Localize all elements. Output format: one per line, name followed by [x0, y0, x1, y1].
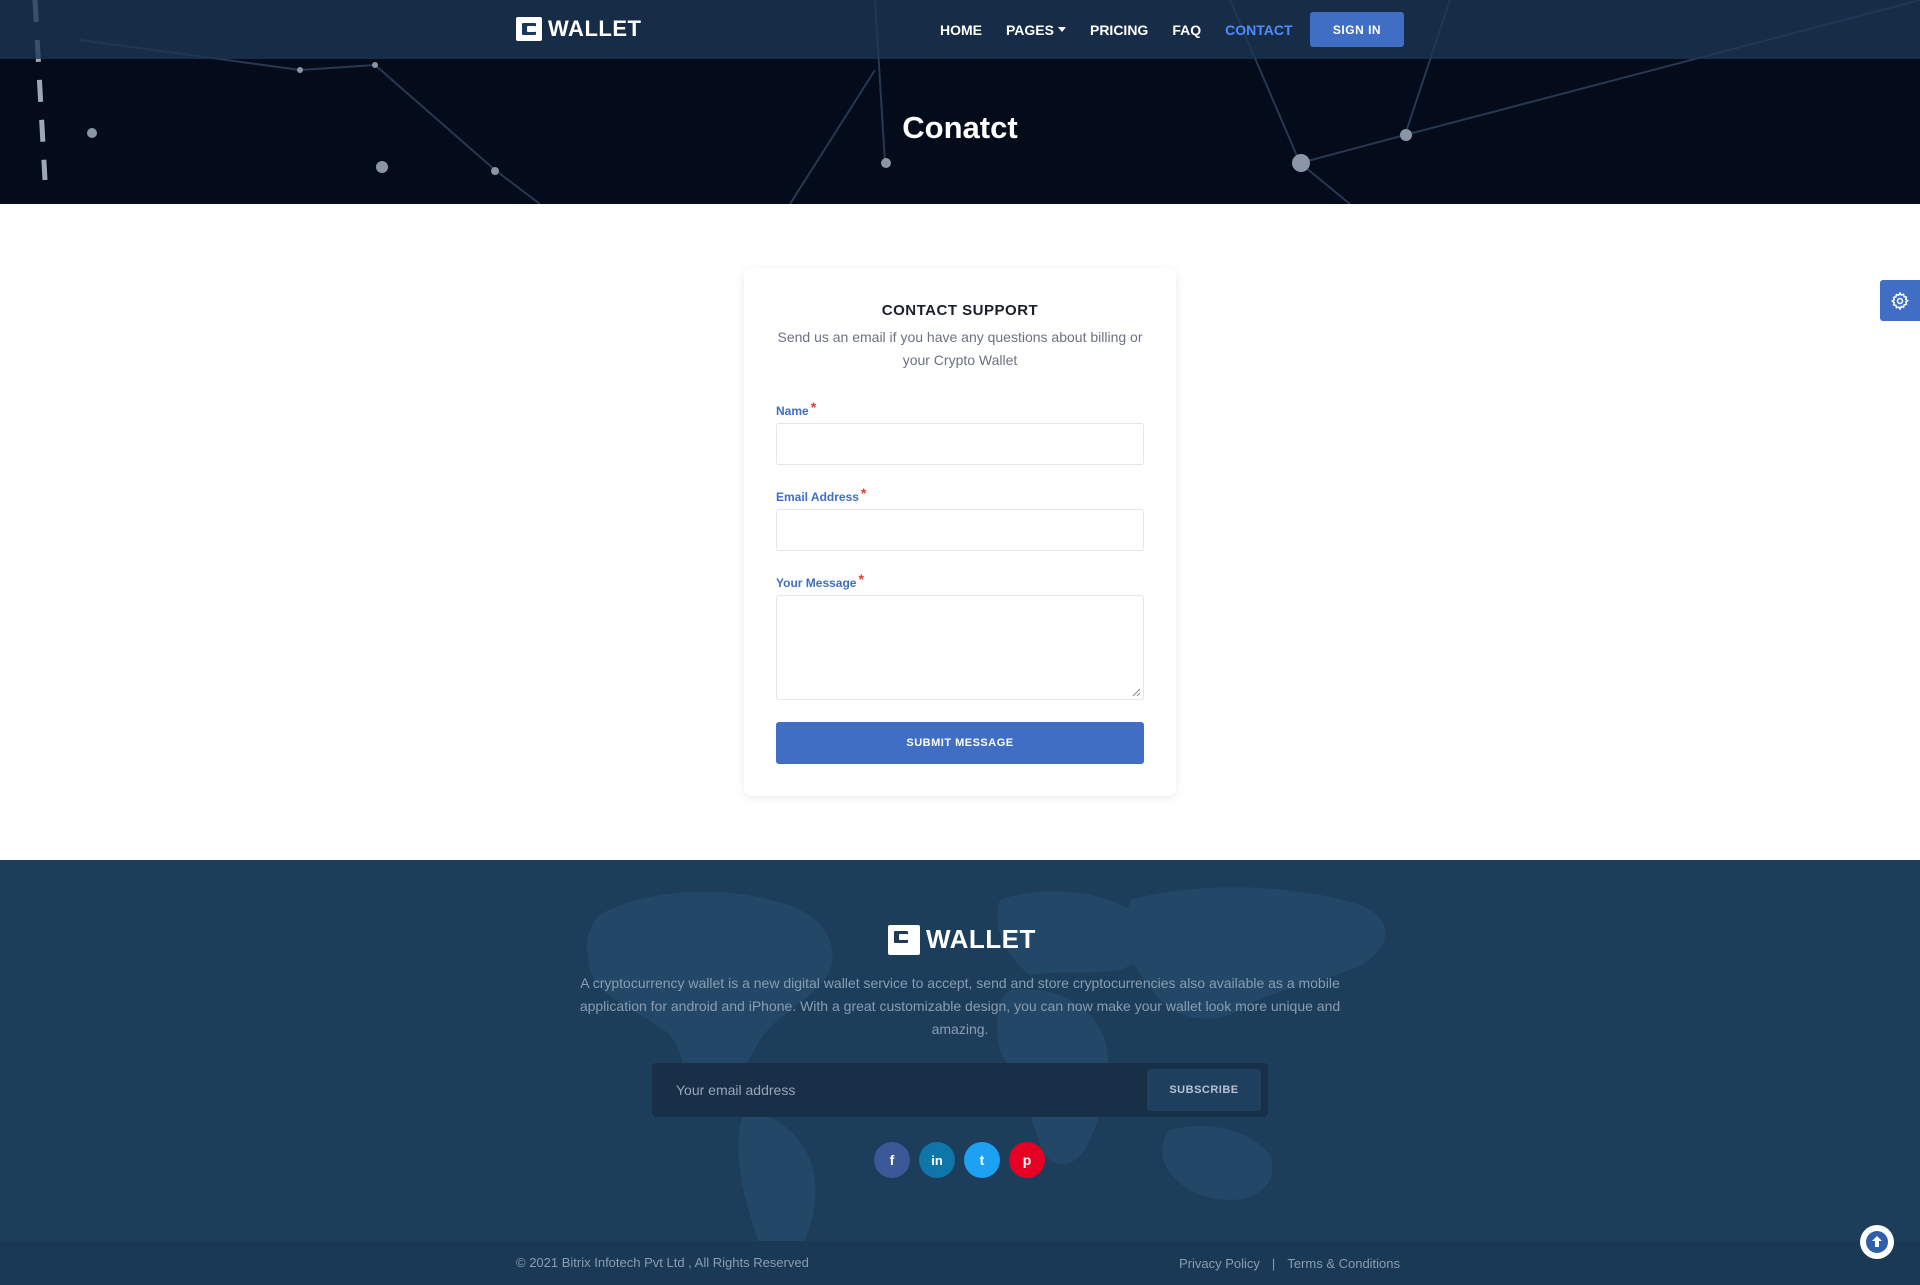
nav-faq[interactable]: FAQ — [1172, 22, 1201, 38]
facebook-icon[interactable]: f — [874, 1142, 910, 1178]
footer-legal-links: Privacy Policy | Terms & Conditions — [1179, 1256, 1400, 1271]
footer-description: A cryptocurrency wallet is a new digital… — [579, 975, 1341, 1037]
logo-text: WALLET — [548, 16, 642, 41]
name-label-text: Name — [776, 404, 809, 418]
caret-down-icon — [1057, 27, 1066, 32]
nav-pricing[interactable]: PRICING — [1090, 22, 1148, 38]
message-textarea[interactable] — [776, 595, 1144, 700]
nav-pages[interactable]: PAGES — [1006, 22, 1066, 38]
hero-banner: WALLET HOME PAGES PRICING FAQ CONTACT SI… — [0, 0, 1920, 204]
terms-conditions-link[interactable]: Terms & Conditions — [1287, 1256, 1400, 1271]
required-mark: * — [858, 571, 864, 587]
wallet-logo-icon — [516, 17, 542, 41]
newsletter-form: SUBSCRIBE — [652, 1063, 1268, 1117]
page-title: Conatct — [902, 110, 1018, 145]
email-label: Email Address * — [776, 485, 867, 504]
name-label: Name * — [776, 399, 817, 418]
sign-in-button[interactable]: SIGN IN — [1310, 12, 1404, 47]
email-label-text: Email Address — [776, 490, 859, 504]
pinterest-icon[interactable]: p — [1009, 1142, 1045, 1178]
required-mark: * — [860, 485, 867, 501]
subscribe-email-input[interactable] — [652, 1063, 1142, 1117]
settings-toggle[interactable] — [1880, 280, 1920, 321]
name-input[interactable] — [776, 423, 1144, 465]
email-input[interactable] — [776, 509, 1144, 551]
social-links: f in t p — [874, 1142, 1054, 1178]
copyright-text: © 2021 Bitrix Infotech Pvt Ltd , All Rig… — [516, 1255, 809, 1270]
main-nav: HOME PAGES PRICING FAQ CONTACT — [940, 0, 1317, 59]
footer-logo-text: WALLET — [926, 924, 1036, 954]
nav-pages-label: PAGES — [1006, 21, 1054, 38]
required-mark: * — [810, 399, 817, 415]
twitter-icon[interactable]: t — [964, 1142, 1000, 1178]
resize-grip-icon[interactable] — [1132, 688, 1141, 697]
submit-message-button[interactable]: SUBMIT MESSAGE — [776, 722, 1144, 764]
link-separator: | — [1271, 1256, 1276, 1271]
privacy-policy-link[interactable]: Privacy Policy — [1179, 1256, 1260, 1271]
site-footer: WALLET A cryptocurrency wallet is a new … — [0, 860, 1920, 1285]
linkedin-icon[interactable]: in — [919, 1142, 955, 1178]
header-logo[interactable]: WALLET — [516, 16, 641, 42]
wallet-logo-icon — [888, 924, 920, 955]
scroll-to-top-button[interactable] — [1860, 1225, 1894, 1259]
message-label-text: Your Message — [776, 576, 857, 590]
footer-logo[interactable]: WALLET — [888, 924, 1036, 955]
subscribe-button[interactable]: SUBSCRIBE — [1147, 1069, 1261, 1111]
arrow-up-circle-icon — [1866, 1231, 1888, 1253]
contact-support-card: CONTACT SUPPORT Send us an email if you … — [744, 268, 1176, 796]
contact-support-title: CONTACT SUPPORT — [881, 302, 1039, 319]
message-label: Your Message * — [776, 571, 864, 590]
top-navbar: WALLET HOME PAGES PRICING FAQ CONTACT SI… — [0, 0, 1920, 59]
contact-support-subtitle: Send us an email if you have any questio… — [777, 329, 1143, 368]
nav-home[interactable]: HOME — [940, 22, 982, 38]
footer-bottom-bar: © 2021 Bitrix Infotech Pvt Ltd , All Rig… — [0, 1241, 1920, 1285]
nav-contact[interactable]: CONTACT — [1225, 22, 1292, 38]
gear-icon — [1891, 291, 1909, 310]
